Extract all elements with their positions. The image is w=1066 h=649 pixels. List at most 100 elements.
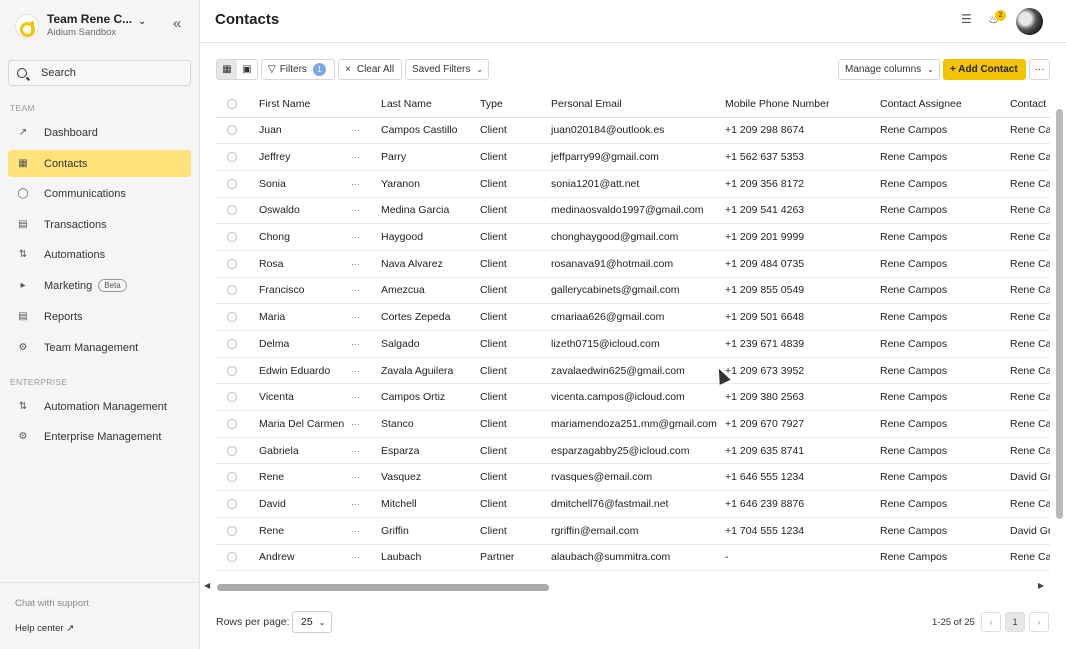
- table-row[interactable]: Edwin Eduardo ··· Zavala Aguilera Client zav…: [216, 357, 1050, 385]
- sidebar-item-automations[interactable]: ⇅ Automations: [8, 241, 191, 268]
- row-checkbox[interactable]: [216, 143, 259, 171]
- row-checkbox[interactable]: [216, 250, 259, 278]
- row-actions-icon[interactable]: ···: [351, 117, 381, 145]
- row-actions-icon[interactable]: ···: [351, 383, 381, 412]
- table-row[interactable]: Andrew ··· Laubach Partner alaubach@summitra…: [216, 544, 1050, 572]
- sidebar-item-reports[interactable]: ▤ Reports: [8, 303, 191, 330]
- row-actions-icon[interactable]: ···: [351, 437, 381, 465]
- row-checkbox[interactable]: [216, 517, 259, 545]
- manage-columns-button[interactable]: Manage columns ⌄: [838, 59, 940, 80]
- last-name-cell: Amezcua: [381, 277, 480, 305]
- row-actions-icon[interactable]: ···: [351, 517, 381, 545]
- more-options-button[interactable]: ···: [1029, 59, 1050, 80]
- chat-support-link[interactable]: Chat with support: [15, 598, 89, 609]
- prev-page-button[interactable]: ‹: [981, 612, 1001, 632]
- row-checkbox[interactable]: [216, 117, 259, 145]
- column-header-type[interactable]: Type: [480, 91, 551, 118]
- avatar[interactable]: [1016, 8, 1043, 35]
- column-header-last-name[interactable]: Last Name: [381, 91, 480, 118]
- row-actions-icon[interactable]: ···: [351, 250, 381, 278]
- page-button-current[interactable]: 1: [1005, 612, 1025, 632]
- row-actions-icon[interactable]: ···: [351, 143, 381, 171]
- card-view-icon[interactable]: ▣: [237, 60, 257, 79]
- sidebar-item-dashboard[interactable]: ↗ Dashboard: [8, 119, 191, 146]
- clear-all-label: Clear All: [356, 64, 395, 75]
- table-row[interactable]: Sonia ··· Yaranon Client sonia1201@att.net +1…: [216, 170, 1050, 198]
- scroll-right-icon[interactable]: ▶: [1038, 581, 1044, 590]
- table-row[interactable]: Rene ··· Griffin Client rgriffin@email.com +1…: [216, 517, 1050, 545]
- row-actions-icon[interactable]: ···: [351, 330, 381, 358]
- help-center-link[interactable]: Help center ↗: [15, 623, 74, 634]
- table-row[interactable]: Gabriela ··· Esparza Client esparzagabby25@i…: [216, 437, 1050, 465]
- task-list-icon[interactable]: ☰: [961, 12, 972, 26]
- row-checkbox[interactable]: [216, 277, 259, 305]
- row-actions-icon[interactable]: ···: [351, 463, 381, 492]
- column-header-mobile-phone[interactable]: Mobile Phone Number: [725, 91, 880, 118]
- sidebar-item-contacts[interactable]: ▦ Contacts: [8, 150, 191, 177]
- rows-per-page-select[interactable]: 25 ⌄: [292, 611, 332, 633]
- row-checkbox[interactable]: [216, 303, 259, 331]
- row-actions-icon[interactable]: ···: [351, 410, 381, 438]
- row-checkbox[interactable]: [216, 357, 259, 385]
- filter-icon: ▽: [268, 64, 276, 75]
- table-row[interactable]: Francisco ··· Amezcua Client gallerycabinets…: [216, 277, 1050, 305]
- table-row[interactable]: Rosa ··· Nava Alvarez Client rosanava91@hotm…: [216, 250, 1050, 278]
- column-header-personal-email[interactable]: Personal Email: [551, 91, 725, 118]
- select-all-checkbox[interactable]: [216, 91, 259, 118]
- table-row[interactable]: Maria Del Carmen ··· Stanco Client mariamend…: [216, 410, 1050, 438]
- collapse-sidebar-icon[interactable]: «: [173, 15, 181, 32]
- vertical-scrollbar[interactable]: [1055, 91, 1064, 581]
- table-row[interactable]: Oswaldo ··· Medina Garcia Client medinaosval…: [216, 197, 1050, 225]
- row-checkbox[interactable]: [216, 463, 259, 492]
- search-input[interactable]: Search: [8, 60, 191, 86]
- next-page-button[interactable]: ›: [1029, 612, 1049, 632]
- row-checkbox[interactable]: [216, 330, 259, 358]
- view-toggle[interactable]: ▦ ▣: [216, 59, 258, 80]
- sidebar-item-enterprise-management[interactable]: ⚙ Enterprise Management: [8, 423, 191, 450]
- sidebar-item-transactions[interactable]: ▤ Transactions: [8, 211, 191, 238]
- column-spacer: [351, 91, 381, 118]
- sidebar-item-team-management[interactable]: ⚙ Team Management: [8, 334, 191, 361]
- row-checkbox[interactable]: [216, 410, 259, 438]
- row-actions-icon[interactable]: ···: [351, 223, 381, 251]
- clear-all-button[interactable]: × Clear All: [338, 59, 402, 80]
- table-row[interactable]: Vicenta ··· Campos Ortiz Client vicenta.camp…: [216, 383, 1050, 412]
- row-actions-icon[interactable]: ···: [351, 170, 381, 198]
- column-header-contact-assignee[interactable]: Contact Assignee: [880, 91, 1010, 118]
- row-checkbox[interactable]: [216, 490, 259, 518]
- row-actions-icon[interactable]: ···: [351, 357, 381, 385]
- sidebar-item-automation-management[interactable]: ⇅ Automation Management: [8, 393, 191, 420]
- scroll-left-icon[interactable]: ◀: [204, 581, 210, 590]
- team-switcher[interactable]: Team Rene C... Aidium Sandbox ⌄ «: [15, 10, 195, 42]
- row-actions-icon[interactable]: ···: [351, 490, 381, 518]
- row-checkbox[interactable]: [216, 223, 259, 251]
- row-checkbox[interactable]: [216, 544, 259, 572]
- saved-filters-button[interactable]: Saved Filters ⌄: [405, 59, 489, 80]
- row-actions-icon[interactable]: ···: [351, 544, 381, 572]
- row-checkbox[interactable]: [216, 170, 259, 198]
- row-checkbox[interactable]: [216, 437, 259, 465]
- filters-button[interactable]: ▽ Filters 1: [261, 59, 335, 80]
- add-contact-button[interactable]: + Add Contact: [943, 59, 1026, 80]
- row-actions-icon[interactable]: ···: [351, 197, 381, 225]
- table-row[interactable]: Delma ··· Salgado Client lizeth0715@icloud.c…: [216, 330, 1050, 358]
- row-checkbox[interactable]: [216, 197, 259, 225]
- column-header-first-name[interactable]: First Name: [259, 91, 351, 118]
- table-row[interactable]: Maria ··· Cortes Zepeda Client cmariaa626@gm…: [216, 303, 1050, 331]
- chevron-down-icon[interactable]: ⌄: [138, 16, 146, 27]
- column-header-contact[interactable]: Contact: [1010, 91, 1050, 118]
- table-row[interactable]: Chong ··· Haygood Client chonghaygood@gmail.…: [216, 223, 1050, 251]
- horizontal-scrollbar[interactable]: ◀ ▶: [202, 581, 1048, 593]
- sidebar-item-communications[interactable]: ◯ Communications: [8, 180, 191, 207]
- sidebar-item-marketing[interactable]: ▸ Marketing Beta: [8, 272, 191, 299]
- row-actions-icon[interactable]: ···: [351, 277, 381, 305]
- row-actions-icon[interactable]: ···: [351, 303, 381, 331]
- row-checkbox[interactable]: [216, 383, 259, 412]
- table-row[interactable]: Rene ··· Vasquez Client rvasques@email.com +1…: [216, 463, 1050, 492]
- table-row[interactable]: Juan ··· Campos Castillo Client juan020184@o…: [216, 117, 1050, 145]
- table-row[interactable]: Jeffrey ··· Parry Client jeffparry99@gmail.c…: [216, 143, 1050, 171]
- table-row[interactable]: David ··· Mitchell Client dmitchell76@fastma…: [216, 490, 1050, 518]
- last-name-cell: Haygood: [381, 223, 480, 251]
- first-name-cell: Andrew: [259, 544, 351, 572]
- table-view-icon[interactable]: ▦: [217, 60, 237, 79]
